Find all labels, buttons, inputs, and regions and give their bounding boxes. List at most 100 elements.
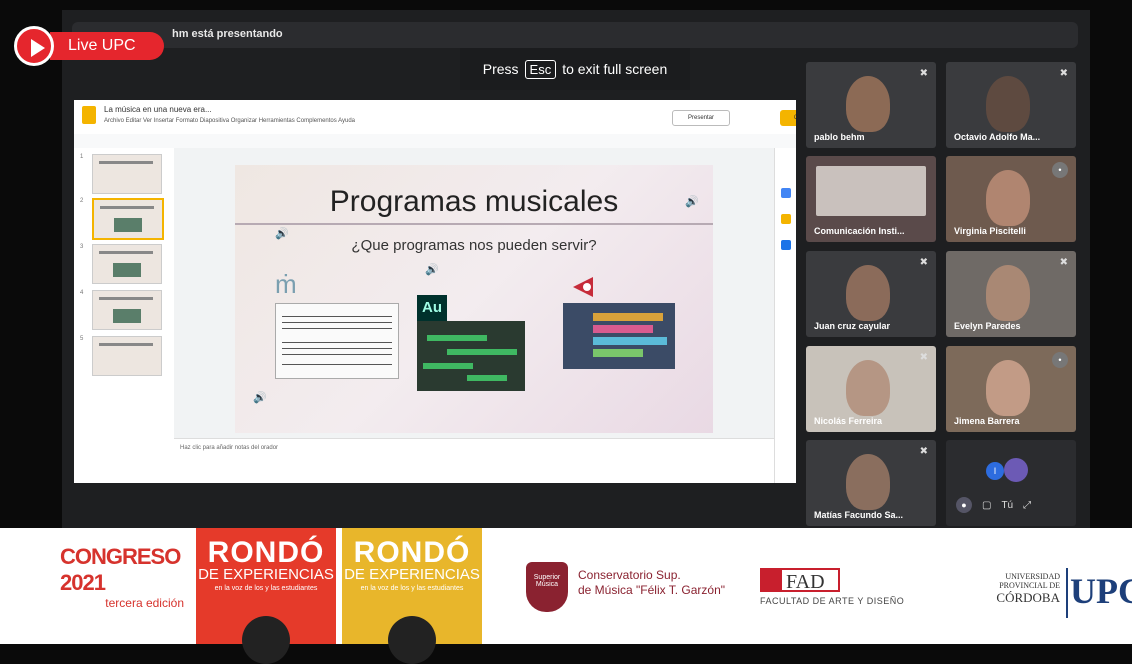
participant-video [986,170,1030,226]
congreso-edition: tercera edición [105,596,184,610]
rondo-subtitle: DE EXPERIENCIAS [344,566,480,583]
keep-icon[interactable] [781,214,791,224]
mic-off-icon: ✖ [919,446,928,457]
fullscreen-hint: Press Esc to exit full screen [460,48,690,90]
tasks-icon[interactable] [781,240,791,250]
thumb-number: 2 [80,198,84,204]
participant-name: Matías Facundo Sa... [814,510,904,520]
participant-video [986,76,1030,132]
university-line3: CÓRDOBA [996,590,1060,605]
participant-tile[interactable]: ✖ Matías Facundo Sa... [806,440,936,526]
slide-thumbnail[interactable] [92,336,162,376]
rondo-emblem [388,616,436,664]
participant-name: Comunicación Insti... [814,226,905,236]
slide-thumbnail[interactable] [92,244,162,284]
upc-logo: UPC [1070,571,1132,611]
you-label: Tú [1001,499,1014,511]
participant-tile[interactable]: ✖ Evelyn Paredes [946,251,1076,337]
slide-divider [235,223,713,225]
fad-logo: FAD FACULTAD DE ARTE Y DISEÑO [760,568,920,606]
thumb-number: 4 [80,290,84,296]
self-tile-controls: ● ▢ Tú ⤢ [956,494,1066,516]
hint-suffix: to exit full screen [562,61,668,77]
participant-video [816,166,926,216]
self-view-tile[interactable]: I ● ▢ Tú ⤢ [946,440,1076,526]
present-button[interactable]: Presentar [672,110,730,126]
share-button[interactable]: Compartir [780,110,796,126]
participant-video [846,76,890,132]
slide-thumbnail-selected[interactable] [92,198,164,240]
congreso-title: CONGRESO 2021 [60,544,181,595]
rondo-logo-yellow: RONDÓ DE EXPERIENCIAS en la voz de los y… [342,528,482,664]
university-line1: UNIVERSIDAD [1005,572,1060,581]
slides-toolbar[interactable] [74,134,796,149]
speaking-indicator: • [1052,352,1068,368]
participant-name: Jimena Barrera [954,416,1020,426]
participant-tile[interactable]: Comunicación Insti... [806,156,936,242]
rondo-emblem [242,616,290,664]
participant-tile[interactable]: ✖ Juan cruz cayular [806,251,936,337]
presenting-banner: hm está presentando [72,22,1078,48]
rondo-subtitle: DE EXPERIENCIAS [198,566,334,583]
participant-tile[interactable]: ✖ Octavio Adolfo Ma... [946,62,1076,148]
calendar-icon[interactable] [781,188,791,198]
audition-screenshot [417,321,525,391]
rondo-tagline: en la voz de los y las estudiantes [360,585,464,592]
sponsor-banner: CONGRESO 2021 tercera edición RONDÓ DE E… [0,528,1132,664]
speaker-icon[interactable]: 🔊 [275,227,289,241]
cubase-logo [573,277,593,297]
logo-divider [1066,568,1068,618]
musescore-screenshot [275,303,399,379]
speaker-icon[interactable]: 🔊 [253,391,267,405]
audition-logo: Au [417,295,447,321]
slide-thumbnail[interactable] [92,154,162,194]
participant-name: Evelyn Paredes [954,321,1021,331]
slide-thumbnails-panel: 1 2 3 4 5 [74,148,174,483]
live-play-icon [14,26,54,66]
speaker-icon[interactable]: 🔊 [685,195,699,209]
fad-subtitle: FACULTAD DE ARTE Y DISEÑO [760,596,905,606]
expand-icon[interactable]: ⤢ [1023,500,1031,511]
cubase-screenshot [563,303,675,369]
current-slide: Programas musicales ¿Que programas nos p… [235,165,713,433]
present-screen-icon[interactable]: ▢ [982,500,991,511]
slide-title: Programas musicales [329,185,619,218]
participant-tile[interactable]: ✖ Nicolás Ferreira [806,346,936,432]
thumb-number: 1 [80,154,84,160]
conservatorio-crest: Superior Música [526,562,568,612]
participant-tile[interactable]: • Virginia Piscitelli [946,156,1076,242]
rondo-title: RONDÓ [207,536,325,569]
speaker-notes[interactable]: Haz clic para añadir notas del orador [174,438,774,483]
self-initial: I [986,462,1004,480]
university-name: UNIVERSIDAD PROVINCIAL DE CÓRDOBA [950,572,1060,606]
speaker-icon[interactable]: 🔊 [425,263,439,277]
presenting-text: hm está presentando [172,28,283,40]
participant-tile[interactable]: • Jimena Barrera [946,346,1076,432]
rondo-title: RONDÓ [353,536,471,569]
hint-prefix: Press [482,61,519,77]
thumb-number: 5 [80,336,84,342]
university-line2: PROVINCIAL DE [999,581,1060,590]
live-badge: Live UPC [14,26,164,66]
pin-icon[interactable]: ● [956,497,972,513]
conservatorio-text: Conservatorio Sup. de Música "Félix T. G… [578,568,725,598]
notes-placeholder: Haz clic para añadir notas del orador [180,445,279,451]
doc-menu-bar[interactable]: Archivo Editar Ver Insertar Formato Diap… [104,118,355,124]
participant-name: pablo behm [814,132,865,142]
side-panel-rail [774,148,796,483]
slides-app-icon [82,106,96,124]
doc-title[interactable]: La música en una nueva era... [104,105,212,114]
participant-video [846,265,890,321]
thumb-number: 3 [80,244,84,250]
speaking-indicator: • [1052,162,1068,178]
participant-tile[interactable]: ✖ pablo behm [806,62,936,148]
congreso-logo: CONGRESO 2021 tercera edición [60,544,190,610]
musescore-logo: ṁ [275,269,297,299]
participant-video [846,454,890,510]
conservatorio-line2: de Música "Félix T. Garzón" [578,583,726,597]
slide-thumbnail[interactable] [92,290,162,330]
participant-video [986,360,1030,416]
self-avatar [1004,458,1028,482]
mic-off-icon: ✖ [919,68,928,79]
mic-off-icon: ✖ [919,257,928,268]
